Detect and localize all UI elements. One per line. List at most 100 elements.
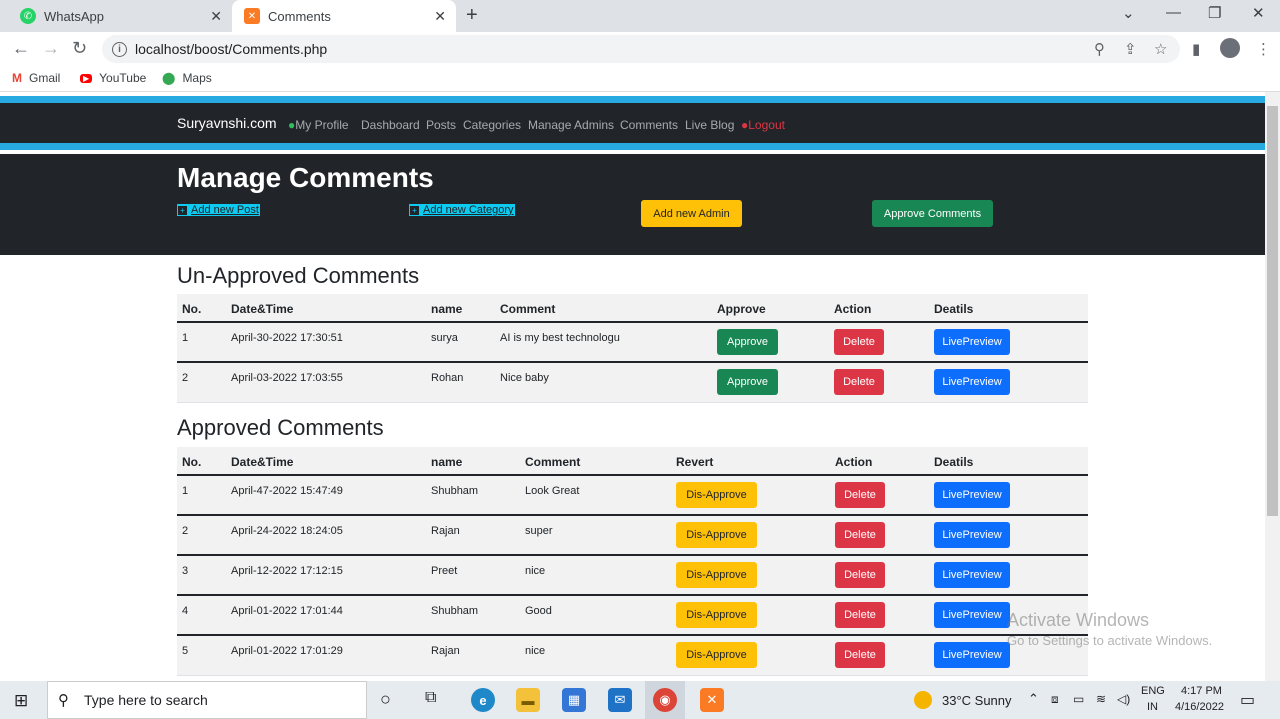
site-brand[interactable]: Suryavnshi.com <box>177 115 277 131</box>
bookmark-maps[interactable]: ⬤ Maps <box>162 71 212 85</box>
task-view-icon[interactable]: ⧉ <box>425 689 436 707</box>
table-header: No. Date&Time name Comment Approve Action Deat… <box>177 294 1088 323</box>
cortana-icon[interactable]: ○ <box>380 689 391 710</box>
approve-comments-button[interactable]: Approve Comments <box>872 200 993 227</box>
share-icon[interactable]: ⇪ <box>1124 40 1137 58</box>
add-new-admin-button[interactable]: Add new Admin <box>641 200 742 227</box>
bookmark-gmail[interactable]: M Gmail <box>12 71 60 85</box>
edge-icon[interactable]: e <box>471 688 495 712</box>
scroll-thumb[interactable] <box>1267 106 1278 516</box>
dis-approve-button[interactable]: Dis-Approve <box>676 482 757 508</box>
live-preview-button[interactable]: LivePreview <box>934 642 1010 668</box>
tab-whatsapp[interactable]: ✆ WhatsApp ✕ <box>8 0 232 32</box>
chrome-icon[interactable]: ◉ <box>653 688 677 712</box>
nav-manage-admins[interactable]: Manage Admins <box>528 118 614 132</box>
windows-start-icon[interactable]: ⊞ <box>14 691 28 711</box>
info-icon[interactable]: i <box>112 41 127 57</box>
delete-button[interactable]: Delete <box>835 642 885 668</box>
delete-button[interactable]: Delete <box>835 482 885 508</box>
nav-my-profile[interactable]: ●My Profile <box>288 118 349 132</box>
nav-categories[interactable]: Categories <box>463 118 521 132</box>
chevron-up-icon[interactable]: ⌃ <box>1028 691 1039 707</box>
live-preview-button[interactable]: LivePreview <box>934 369 1010 395</box>
language-in[interactable]: IN <box>1147 701 1158 713</box>
windows-taskbar: ⊞ ⚲ Type here to search ○ ⧉ e ▬ ▦ ✉ ◉ ✕ … <box>0 681 1280 719</box>
store-icon[interactable]: ▦ <box>562 688 586 712</box>
taskbar-search[interactable]: ⚲ Type here to search <box>47 681 367 719</box>
delete-button[interactable]: Delete <box>834 329 884 355</box>
tab-title: WhatsApp <box>44 8 104 24</box>
minimize-icon[interactable]: — <box>1166 4 1181 21</box>
hero-header: Manage Comments + Add new Post + Add new C… <box>0 154 1265 255</box>
cell-comment: Look Great <box>525 485 580 497</box>
clock-time[interactable]: 4:17 PM <box>1181 685 1222 697</box>
zoom-icon[interactable]: ⚲ <box>1094 40 1105 58</box>
dis-approve-button[interactable]: Dis-Approve <box>676 562 757 588</box>
close-icon[interactable]: ✕ <box>210 8 222 25</box>
close-icon[interactable]: ✕ <box>434 8 446 25</box>
activate-windows-title: Activate Windows <box>1007 610 1150 630</box>
page-viewport: Suryavnshi.com ●My Profile Dashboard Pos… <box>0 92 1265 681</box>
mail-icon[interactable]: ✉ <box>608 688 632 712</box>
nav-live-blog[interactable]: Live Blog <box>685 118 734 132</box>
reload-icon[interactable]: ↻ <box>72 38 87 59</box>
cell-no: 4 <box>182 605 189 617</box>
avatar[interactable] <box>1220 38 1240 58</box>
nav-dashboard[interactable]: Dashboard <box>361 118 420 132</box>
forward-icon[interactable]: → <box>42 38 60 59</box>
column-header: Comment <box>525 455 581 469</box>
nav-comments[interactable]: Comments <box>620 118 678 132</box>
delete-button[interactable]: Delete <box>835 562 885 588</box>
live-preview-button[interactable]: LivePreview <box>934 329 1010 355</box>
delete-button[interactable]: Delete <box>835 602 885 628</box>
restore-icon[interactable]: ❐ <box>1208 4 1221 22</box>
live-preview-button[interactable]: LivePreview <box>934 602 1010 628</box>
add-new-category-link[interactable]: + Add new Category <box>409 204 515 216</box>
add-new-post-link[interactable]: + Add new Post <box>177 204 260 216</box>
close-window-icon[interactable]: ✕ <box>1252 4 1265 22</box>
volume-icon[interactable]: ◁) <box>1117 692 1130 706</box>
back-icon[interactable]: ← <box>12 38 30 59</box>
tab-title: Comments <box>268 8 331 24</box>
column-header: Action <box>834 302 872 316</box>
bookmark-youtube[interactable]: ▶ YouTube <box>80 71 146 85</box>
tab-strip: ✆ WhatsApp ✕ ✕ Comments ✕ + ⌄ — ❐ ✕ <box>0 0 1280 32</box>
live-preview-button[interactable]: LivePreview <box>934 562 1010 588</box>
file-explorer-icon[interactable]: ▬ <box>516 688 540 712</box>
approve-button[interactable]: Approve <box>717 329 778 355</box>
tab-search-icon[interactable]: ⌄ <box>1122 4 1135 22</box>
menu-icon[interactable]: ⋮ <box>1256 40 1271 58</box>
dis-approve-button[interactable]: Dis-Approve <box>676 522 757 548</box>
weather-text[interactable]: 33°C Sunny <box>942 693 1012 708</box>
clock-date[interactable]: 4/16/2022 <box>1175 701 1224 713</box>
nav-posts[interactable]: Posts <box>426 118 456 132</box>
battery-icon[interactable]: ▭ <box>1073 692 1084 706</box>
address-bar[interactable]: i localhost/boost/Comments.php <box>102 35 1180 63</box>
language-eng[interactable]: ENG <box>1141 685 1165 697</box>
tab-comments[interactable]: ✕ Comments ✕ <box>232 0 456 32</box>
nav-logout[interactable]: ●Logout <box>741 118 785 132</box>
cell-comment: AI is my best technologu <box>500 332 620 344</box>
approve-button[interactable]: Approve <box>717 369 778 395</box>
cell-comment: nice <box>525 645 546 657</box>
xampp-taskbar-icon[interactable]: ✕ <box>700 688 724 712</box>
delete-button[interactable]: Delete <box>834 369 884 395</box>
bookmark-star-icon[interactable]: ☆ <box>1154 40 1167 58</box>
live-preview-button[interactable]: LivePreview <box>934 522 1010 548</box>
meet-now-icon[interactable]: ⧈ <box>1051 692 1059 707</box>
column-header: Deatils <box>934 302 974 316</box>
dis-approve-button[interactable]: Dis-Approve <box>676 642 757 668</box>
dis-approve-button[interactable]: Dis-Approve <box>676 602 757 628</box>
page-scrollbar[interactable] <box>1265 92 1280 681</box>
xampp-icon: ✕ <box>244 8 260 24</box>
wifi-icon[interactable]: ≋ <box>1096 692 1106 706</box>
new-tab-button[interactable]: + <box>466 4 478 27</box>
search-icon: ⚲ <box>58 692 69 709</box>
live-preview-button[interactable]: LivePreview <box>934 482 1010 508</box>
youtube-icon: ▶ <box>80 73 93 83</box>
delete-button[interactable]: Delete <box>835 522 885 548</box>
table-row: 5 April-01-2022 17:01:29 Rajan nice Dis-Appr… <box>177 636 1088 676</box>
side-panel-icon[interactable]: ▮ <box>1192 40 1200 58</box>
column-header: No. <box>182 455 202 469</box>
notifications-icon[interactable]: ▭ <box>1240 690 1255 710</box>
